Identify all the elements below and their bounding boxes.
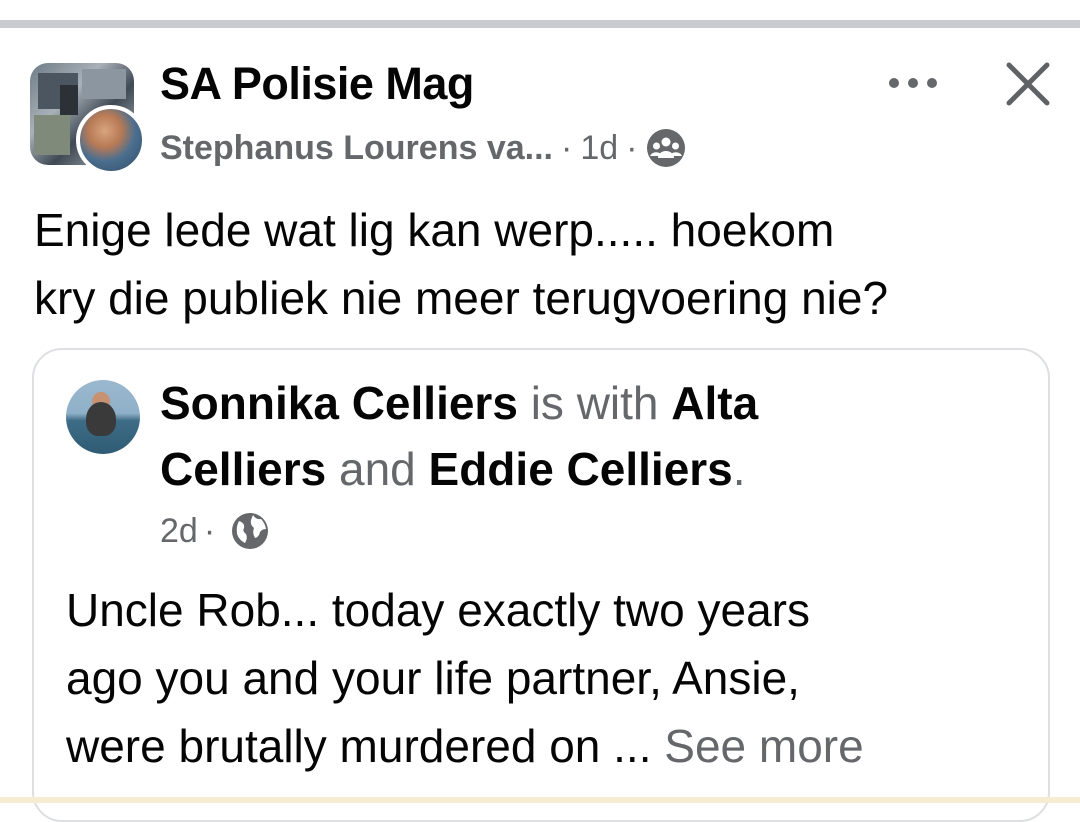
shared-post-time[interactable]: 2d <box>160 512 198 551</box>
shared-message-line-text: were brutally murdered on ... <box>66 720 665 772</box>
shared-post-meta: 2d · <box>160 508 271 554</box>
meta-separator: · <box>560 128 573 167</box>
post-message-line: kry die publiek nie meer terugvoering ni… <box>34 272 889 324</box>
tagged-user-alta[interactable]: Celliers <box>160 443 326 495</box>
group-avatar[interactable] <box>30 63 146 175</box>
shared-message-line: ago you and your life partner, Ansie, <box>66 652 800 704</box>
post-message: Enige lede wat lig kan werp..... hoekom … <box>34 196 1064 332</box>
top-strip <box>0 0 1080 22</box>
period-text: . <box>732 443 746 495</box>
is-with-text: is with <box>517 377 672 429</box>
shared-message-line: Uncle Rob... today exactly two years <box>66 584 810 636</box>
shared-author-name[interactable]: Sonnika Celliers <box>160 377 518 429</box>
post-author[interactable]: Stephanus Lourens va... <box>160 129 553 168</box>
bottom-strip <box>0 797 1080 803</box>
shared-post-message: Uncle Rob... today exactly two years ago… <box>66 576 1026 780</box>
and-text: and <box>326 443 429 495</box>
shared-post-header: Sonnika Celliers is with Alta Celliers an… <box>160 370 1000 502</box>
globe-icon <box>229 510 271 552</box>
post-time[interactable]: 1d <box>580 129 618 168</box>
close-button[interactable] <box>996 52 1060 116</box>
tagged-user-alta[interactable]: Alta <box>671 377 758 429</box>
post-message-line: Enige lede wat lig kan werp..... hoekom <box>34 204 835 256</box>
more-horizontal-icon <box>889 78 937 88</box>
shared-message-line: were brutally murdered on ... See more <box>66 712 1026 780</box>
more-options-button[interactable] <box>880 60 946 106</box>
see-more-link[interactable]: See more <box>664 720 863 772</box>
post-meta: Stephanus Lourens va... · 1d · <box>160 126 687 170</box>
meta-separator: · <box>203 511 216 550</box>
meta-separator: · <box>626 128 638 167</box>
group-icon <box>645 127 687 169</box>
shared-post-card[interactable]: Sonnika Celliers is with Alta Celliers an… <box>32 348 1050 822</box>
tagged-user-eddie[interactable]: Eddie Celliers <box>429 443 733 495</box>
top-divider <box>0 20 1080 28</box>
group-name[interactable]: SA Polisie Mag <box>160 58 474 110</box>
close-icon <box>1006 62 1050 106</box>
shared-author-avatar[interactable] <box>66 380 140 454</box>
author-avatar[interactable] <box>76 105 146 175</box>
